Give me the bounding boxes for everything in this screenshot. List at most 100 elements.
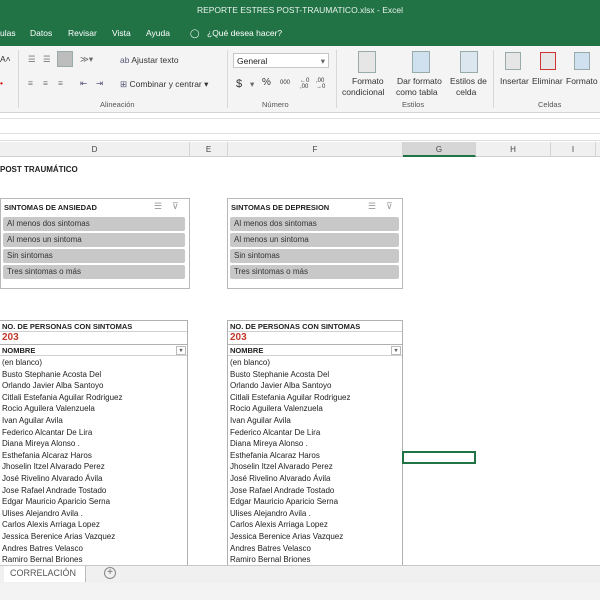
column-header-h[interactable]: H [476,142,551,157]
column-field-header: NOMBRE ▾ [0,344,187,356]
table-row[interactable]: Orlando Javier Alba Santoyo [0,380,187,392]
slicer-item[interactable]: Al menos dos sintomas [3,217,185,231]
table-row[interactable]: Busto Stephanie Acosta Del [0,369,187,381]
table-row[interactable]: Edgar Mauricio Aparicio Serna [0,496,187,508]
add-sheet-icon[interactable]: + [104,567,116,579]
delete-button[interactable]: Eliminar [532,76,563,86]
insert-button[interactable]: Insertar [500,76,529,86]
column-header-g[interactable]: G [403,142,476,157]
table-row[interactable]: Carlos Alexis Arriaga Lopez [228,519,402,531]
table-row[interactable]: Jessica Berenice Arias Vazquez [0,531,187,543]
selected-cell[interactable] [402,451,476,464]
tab-datos[interactable]: Datos [30,28,52,38]
table-row[interactable]: Rocio Aguilera Valenzuela [228,403,402,415]
table-row[interactable]: Jhoselin Itzel Alvarado Perez [0,461,187,473]
slicer-item[interactable]: Tres sintomas o más [230,265,399,279]
orientation-icon[interactable]: ≫▾ [80,54,93,65]
increase-indent-icon[interactable]: ⇥ [96,78,103,89]
font-size-up-icon[interactable]: A˄ [0,54,11,64]
table-row[interactable]: Ulises Alejandro Avila . [0,508,187,520]
window-title: REPORTE ESTRES POST-TRAUMATICO.xlsx - Ex… [196,5,404,15]
align-bottom-icon[interactable] [57,51,73,67]
number-format-select[interactable]: General ▾ [233,53,329,68]
decrease-decimal-icon[interactable]: ,00 →0 [316,78,325,90]
table-row[interactable]: Carlos Alexis Arriaga Lopez [0,519,187,531]
tell-me-search[interactable]: ¿Qué desea hacer? [207,28,282,38]
table-row[interactable]: Ivan Aguilar Avila [228,415,402,427]
filter-dropdown-icon[interactable]: ▾ [176,346,186,355]
tab-ayuda[interactable]: Ayuda [146,28,170,38]
tab-formulas[interactable]: ulas [0,28,16,38]
align-right-icon[interactable]: ≡ [58,78,63,88]
decrease-indent-icon[interactable]: ⇤ [80,78,87,89]
slicer-item[interactable]: Al menos un sintoma [230,233,399,247]
table-row[interactable]: Orlando Javier Alba Santoyo [228,380,402,392]
filter-dropdown-icon[interactable]: ▾ [391,346,401,355]
formula-bar [0,113,600,141]
table-row[interactable]: José Rivelino Alvarado Ávila [0,473,187,485]
table-row[interactable]: Jessica Berenice Arias Vazquez [228,531,402,543]
column-header-d[interactable]: D [0,142,190,157]
table-row[interactable]: Jose Rafael Andrade Tostado [228,485,402,497]
sheet-tab-correlacion[interactable]: CORRELACIÓN [4,566,86,582]
wrap-text-icon: ab [120,55,132,65]
table-row[interactable]: Ivan Aguilar Avila [0,415,187,427]
multi-select-icon[interactable]: ☰ [154,201,162,212]
table-row[interactable]: Federico Alcantar De Lira [0,427,187,439]
multi-select-icon[interactable]: ☰ [368,201,376,212]
cells-group-label: Celdas [538,100,562,109]
align-center-icon[interactable]: ≡ [43,78,48,88]
column-header-e[interactable]: E [190,142,228,157]
table-row[interactable]: Esthefania Alcaraz Haros [228,450,402,462]
table-row[interactable]: Citlali Estefania Aguilar Rodriguez [0,392,187,404]
title-bar: REPORTE ESTRES POST-TRAUMATICO.xlsx - Ex… [0,0,600,21]
slicer-item[interactable]: Al menos un sintoma [3,233,185,247]
table-row[interactable]: Jose Rafael Andrade Tostado [0,485,187,497]
lightbulb-icon: ◯ [190,28,200,38]
table-row[interactable]: José Rivelino Alvarado Ávila [228,473,402,485]
table-row[interactable]: Diana Mireya Alonso . [0,438,187,450]
table-row[interactable]: Citlali Estefania Aguilar Rodriguez [228,392,402,404]
conditional-format-button[interactable]: Formato [352,76,384,86]
table-row[interactable]: (en blanco) [0,357,187,369]
tab-vista[interactable]: Vista [112,28,131,38]
slicer-item[interactable]: Sin sintomas [3,249,185,263]
table-row[interactable]: Busto Stephanie Acosta Del [228,369,402,381]
wrap-text-button[interactable]: ab Ajustar texto [120,55,179,65]
sheet-title: POST TRAUMÁTICO [0,165,78,174]
format-button[interactable]: Formato [566,76,598,86]
percent-button[interactable]: % [262,77,271,88]
table-row[interactable]: Esthefania Alcaraz Haros [0,450,187,462]
slicer-item[interactable]: Al menos dos sintomas [230,217,399,231]
table-row[interactable]: Andres Batres Velasco [0,543,187,555]
merge-center-button[interactable]: ⊞ Combinar y centrar ▾ [120,79,208,90]
table-row[interactable]: Rocio Aguilera Valenzuela [0,403,187,415]
count-value: 203 [230,332,247,343]
table-row[interactable]: Andres Batres Velasco [228,543,402,555]
table-row[interactable]: Diana Mireya Alonso . [228,438,402,450]
thousands-button[interactable]: 000 [280,80,290,86]
tab-revisar[interactable]: Revisar [68,28,97,38]
table-row[interactable]: Federico Alcantar De Lira [228,427,402,439]
align-middle-icon[interactable]: ☰ [43,54,51,65]
table-row[interactable]: (en blanco) [228,357,402,369]
column-header-f[interactable]: F [228,142,403,157]
column-header-i[interactable]: I [551,142,596,157]
clear-filter-icon[interactable]: ⊽ [172,201,179,212]
formula-input[interactable] [0,118,600,134]
insert-cells-icon [505,52,521,70]
currency-button[interactable]: $ [236,78,242,90]
cell-styles-button[interactable]: Estilos de [450,76,487,86]
table-row[interactable]: Edgar Mauricio Aparicio Serna [228,496,402,508]
align-left-icon[interactable]: ≡ [28,78,33,88]
table-row[interactable]: Ulises Alejandro Avila . [228,508,402,520]
increase-decimal-icon[interactable]: ←0,00 [300,78,309,90]
slicer-item[interactable]: Sin sintomas [230,249,399,263]
font-color-icon[interactable]: • [0,78,3,88]
table-row[interactable]: Jhoselin Itzel Alvarado Perez [228,461,402,473]
slicer-item[interactable]: Tres sintomas o más [3,265,185,279]
clear-filter-icon[interactable]: ⊽ [386,201,393,212]
align-top-icon[interactable]: ☰ [28,54,36,65]
slicer-depresion: SINTOMAS DE DEPRESION ☰ ⊽ Al menos dos s… [227,198,403,289]
format-as-table-button[interactable]: Dar formato [397,76,442,86]
